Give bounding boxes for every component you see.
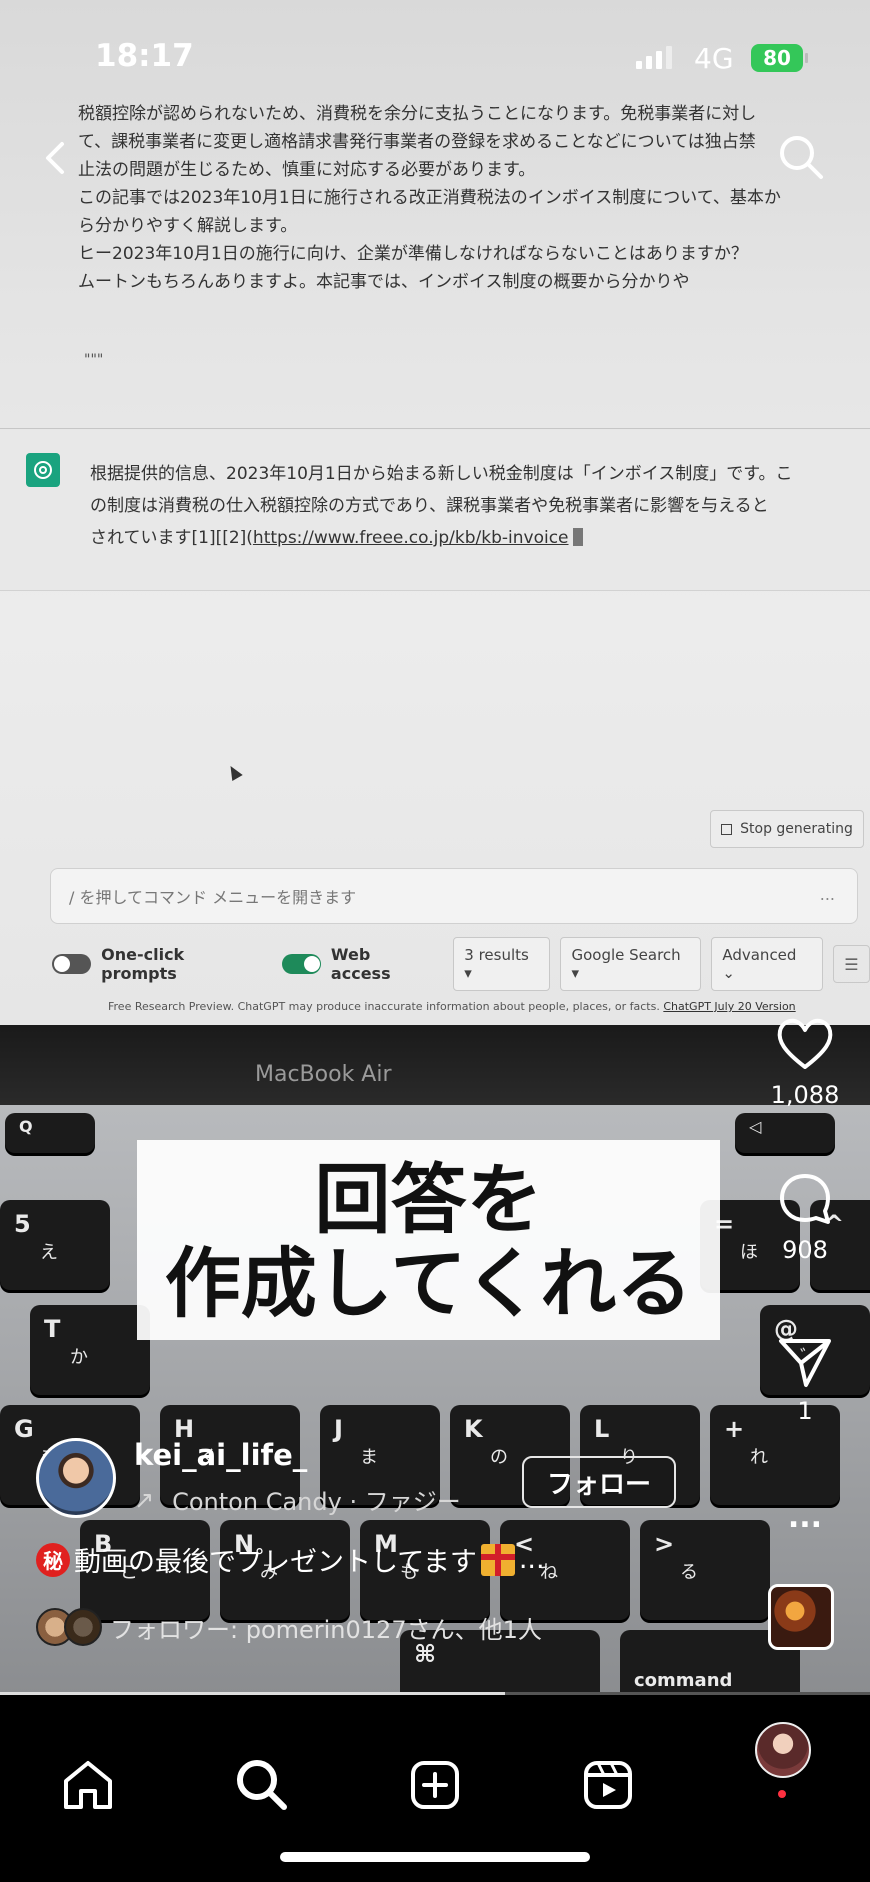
search-engine-select: Google Search ▾ xyxy=(560,937,702,991)
author-username[interactable]: kei_ai_life_ xyxy=(134,1438,307,1472)
reels-screen: 税額控除が認められないため、消費税を余分に支払うことになります。免税事業者に対し… xyxy=(0,0,870,1882)
command-dots: ... xyxy=(819,885,835,904)
divider xyxy=(0,590,870,591)
answer-link: https://www.freee.co.jp/kb/kb-invoice xyxy=(252,528,569,548)
more-icon[interactable]: ... xyxy=(760,1500,850,1535)
macbook-label: MacBook Air xyxy=(255,1062,392,1087)
stop-generating-label: Stop generating xyxy=(740,821,853,837)
advanced-value: Advanced xyxy=(722,946,797,964)
chatgpt-logo-icon xyxy=(26,453,60,487)
author-avatar[interactable] xyxy=(36,1438,116,1518)
chat-toolbar: One-click prompts Web access 3 results ▾… xyxy=(52,937,870,991)
laptop-bezel: MacBook Air xyxy=(0,1025,870,1105)
search-nav-icon xyxy=(237,1760,287,1810)
prev-line-3: 止法の問題が生じるため、慎重に対応する必要があります。 xyxy=(78,160,536,180)
back-icon xyxy=(46,142,64,174)
one-click-prompts-toggle xyxy=(52,954,92,974)
key: > る xyxy=(640,1520,770,1620)
footnote-text: Free Research Preview. ChatGPT may produ… xyxy=(108,1000,660,1013)
profile-avatar[interactable] xyxy=(755,1722,811,1778)
caption-line-2: 作成してくれる xyxy=(164,1239,693,1328)
create-icon xyxy=(411,1761,459,1809)
search-icon xyxy=(780,136,823,179)
secret-badge-icon: 秘 xyxy=(36,1542,70,1577)
footnote-link: ChatGPT July 20 Version xyxy=(663,1000,796,1013)
answer-line-3: されています[1][[2](https://www.freee.co.jp/kb… xyxy=(90,522,820,554)
command-input: / を押してコマンド メニューを開きます... xyxy=(50,868,858,924)
music-arrow-icon: ↗ xyxy=(134,1485,155,1514)
web-access-label: Web access xyxy=(330,945,391,983)
reels-icon xyxy=(584,1761,632,1809)
heart-icon[interactable] xyxy=(774,1015,836,1073)
stop-generating-button: Stop generating xyxy=(710,810,864,848)
divider xyxy=(0,428,870,429)
stop-square-icon xyxy=(721,823,733,835)
web-access-toggle xyxy=(281,954,321,974)
search-tab[interactable] xyxy=(232,1755,292,1815)
search-button[interactable] xyxy=(776,132,826,182)
description-ellipsis: ... xyxy=(518,1544,545,1575)
prev-line-1: 税額控除が認められないため、消費税を余分に支払うことになります。免税事業者に対し xyxy=(78,104,757,124)
answer-line-1: 根据提供的信息、2023年10月1日から始まる新しい税金制度は「インボイス制度」… xyxy=(90,464,793,484)
typing-cursor xyxy=(572,528,583,546)
home-tab[interactable] xyxy=(58,1755,118,1815)
caption-line-1: 回答を xyxy=(314,1155,543,1244)
quote-mark: """ xyxy=(84,352,104,368)
key: Tか xyxy=(30,1305,150,1395)
key: 5え xyxy=(0,1200,110,1290)
network-type: 4G xyxy=(694,42,734,75)
back-button[interactable] xyxy=(36,138,76,178)
reels-tab[interactable] xyxy=(578,1755,638,1815)
home-icon xyxy=(64,1761,112,1809)
settings-sliders-icon: ☰ xyxy=(832,945,870,983)
mouse-pointer-icon xyxy=(225,762,243,782)
followers-text: フォロワー: pomerin0127さん、他1人 xyxy=(110,1615,542,1644)
music-info[interactable]: ↗ Conton Candy · ファジー xyxy=(134,1482,461,1517)
create-tab[interactable] xyxy=(405,1755,465,1815)
one-click-prompts-label: One-click prompts xyxy=(101,945,185,983)
music-thumbnail[interactable] xyxy=(768,1584,834,1650)
video-description[interactable]: 秘 動画の最後でプレゼントしてます ... xyxy=(36,1540,545,1579)
follow-button[interactable]: フォロー xyxy=(522,1456,676,1508)
prev-line-2: て、課税事業者に変更し適格請求書発行事業者の登録を求めることなどについては独占禁 xyxy=(78,132,756,152)
share-count: 1 xyxy=(797,1397,813,1425)
comment-action: 908 xyxy=(760,1170,850,1264)
key: Q xyxy=(5,1113,95,1153)
prev-line-4: この記事では2023年10月1日に施行される改正消費税法のインボイス制度について… xyxy=(78,188,781,208)
video-laptop-screen: 税額控除が認められないため、消費税を余分に支払うことになります。免税事業者に対し… xyxy=(0,0,870,1025)
description-text: 動画の最後でプレゼントしてます xyxy=(74,1547,477,1578)
like-action: 1,088 xyxy=(760,1015,850,1109)
prev-line-6: ヒー2023年10月1日の施行に向け、企業が準備しなければならないことはあります… xyxy=(78,244,748,264)
status-time: 18:17 xyxy=(95,38,194,74)
advanced-select: Advanced ⌄ xyxy=(711,937,823,991)
comment-icon[interactable] xyxy=(776,1170,834,1228)
video-caption: 回答を 作成してくれる xyxy=(137,1140,720,1340)
home-indicator xyxy=(280,1852,590,1862)
command-placeholder: / を押してコマンド メニューを開きます xyxy=(69,888,357,907)
footnote: Free Research Preview. ChatGPT may produ… xyxy=(108,1000,796,1013)
results-value: 3 results xyxy=(464,946,529,964)
answer-text: 根据提供的信息、2023年10月1日から始まる新しい税金制度は「インボイス制度」… xyxy=(90,458,820,554)
battery-icon: 80 xyxy=(751,44,808,72)
answer-line-3-prefix: されています[1][[2]( xyxy=(90,528,253,548)
previous-message-text: 税額控除が認められないため、消費税を余分に支払うことになります。免税事業者に対し… xyxy=(78,100,823,296)
prev-line-7: ムートンもちろんありますよ。本記事では、インボイス制度の概要から分かりや xyxy=(78,272,690,292)
music-title: Conton Candy · ファジー xyxy=(172,1488,461,1516)
comment-count: 908 xyxy=(782,1236,828,1264)
gift-icon xyxy=(480,1543,515,1576)
results-select: 3 results ▾ xyxy=(453,937,551,991)
key: ◁ xyxy=(735,1113,835,1153)
battery-level: 80 xyxy=(763,46,791,70)
like-count: 1,088 xyxy=(770,1081,840,1109)
followers-line[interactable]: フォロワー: pomerin0127さん、他1人 xyxy=(36,1608,542,1646)
share-action: 1 xyxy=(760,1335,850,1425)
share-icon[interactable] xyxy=(776,1335,834,1389)
prev-line-5: ら分かりやすく解説します。 xyxy=(78,216,298,236)
cellular-signal-icon xyxy=(636,46,672,69)
search-engine-value: Google Search xyxy=(571,946,681,964)
answer-line-2: の制度は消費税の仕入税額控除の方式であり、課税事業者や免税事業者に影響を与えると xyxy=(90,496,769,516)
follower-avatar xyxy=(64,1608,102,1646)
notification-dot xyxy=(778,1790,786,1798)
